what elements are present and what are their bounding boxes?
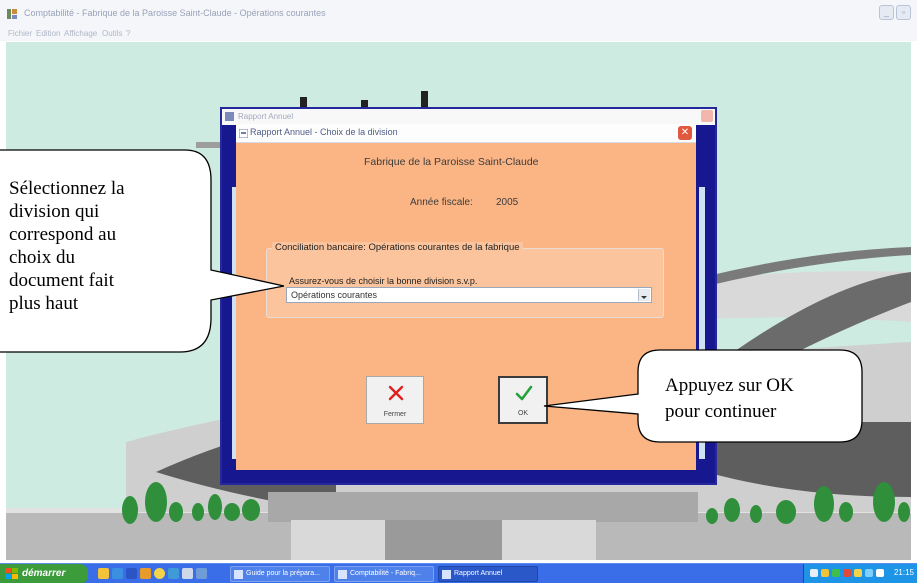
right-callout-line: pour continuer [665, 401, 777, 422]
tray-icon[interactable] [876, 569, 884, 577]
dialog-title-bar: Rapport Annuel - Choix de la division ✕ [236, 124, 696, 143]
dialog-close-button[interactable]: ✕ [678, 126, 692, 140]
ok-button[interactable]: OK [498, 376, 548, 424]
left-callout-line: plus haut [9, 293, 79, 314]
left-callout-line: document fait [9, 270, 114, 291]
task-comptabilite-label: Comptabilité - Fabriq... [350, 570, 421, 577]
menu-edition[interactable]: Edition [36, 29, 60, 38]
tray-icon[interactable] [832, 569, 840, 577]
quick-launch-icon[interactable] [168, 568, 179, 579]
instruction-text: Assurez-vous de choisir la bonne divisio… [289, 276, 478, 286]
clock: 21:15 [893, 568, 914, 577]
close-button-label: Fermer [383, 411, 407, 418]
rapport-annuel-title-bar: Rapport Annuel [222, 109, 715, 125]
close-icon [388, 385, 404, 401]
windows-flag-icon [5, 568, 18, 579]
menu-outils[interactable]: Outils [102, 29, 122, 38]
organization-name: Fabrique de la Paroisse Saint-Claude [364, 156, 539, 168]
task-comptabilite[interactable]: Comptabilité - Fabriq... [334, 566, 434, 582]
right-callout-text: Appuyez sur OK pour continuer [665, 373, 794, 425]
rapport-annuel-title: Rapport Annuel [238, 112, 294, 121]
taskbar: démarrer Guide pour la prépara... Compta… [0, 563, 917, 583]
right-callout-line: Appuyez sur OK [665, 375, 794, 396]
quick-launch-icon[interactable] [154, 568, 165, 579]
tray-icon[interactable] [843, 569, 851, 577]
menu-bar: Fichier Edition Affichage Outils ? [0, 27, 917, 41]
left-callout-line: choix du [9, 247, 75, 268]
app-title: Comptabilité - Fabrique de la Paroisse S… [24, 8, 326, 18]
left-callout-line: Sélectionnez la [9, 178, 125, 199]
start-label: démarrer [22, 568, 66, 579]
quick-launch-icon[interactable] [126, 568, 137, 579]
window-icon [225, 112, 234, 121]
minimize-button[interactable]: _ [879, 5, 894, 20]
tray-icon[interactable] [865, 569, 873, 577]
division-selected-value: Opérations courantes [291, 290, 378, 300]
task-rapport-annuel-label: Rapport Annuel [454, 570, 503, 577]
task-guide-label: Guide pour la prépara... [246, 570, 320, 577]
window-controls: _ ▫ [879, 5, 911, 20]
app-icon [442, 570, 451, 579]
left-callout-line: correspond au [9, 224, 117, 245]
dialog-icon [239, 129, 248, 138]
app-icon [7, 9, 17, 19]
rapport-annuel-close-button[interactable] [701, 110, 713, 122]
fiscal-year-label: Année fiscale: [410, 197, 473, 208]
task-rapport-annuel[interactable]: Rapport Annuel [438, 566, 538, 582]
menu-fichier[interactable]: Fichier [8, 29, 32, 38]
quick-launch-icon[interactable] [140, 568, 151, 579]
start-button[interactable]: démarrer [0, 564, 88, 583]
dropdown-arrow-icon[interactable] [638, 289, 650, 301]
quick-launch-icon[interactable] [98, 568, 109, 579]
group-label: Conciliation bancaire: Opérations couran… [272, 242, 523, 253]
app-icon [338, 570, 347, 579]
close-button[interactable]: Fermer [366, 376, 424, 424]
left-callout-text: Sélectionnez la division qui correspond … [9, 177, 125, 315]
system-tray: 21:15 [803, 564, 917, 583]
checkmark-icon [515, 385, 533, 401]
ok-button-label: OK [517, 410, 529, 417]
app-title-bar: Comptabilité - Fabrique de la Paroisse S… [0, 0, 917, 27]
menu-help[interactable]: ? [126, 29, 130, 38]
quick-launch-icon[interactable] [182, 568, 193, 579]
left-callout-line: division qui [9, 201, 100, 222]
restore-button[interactable]: ▫ [896, 5, 911, 20]
dialog-title: Rapport Annuel - Choix de la division [250, 127, 398, 137]
division-select[interactable]: Opérations courantes [286, 287, 652, 303]
fiscal-year-value: 2005 [496, 197, 519, 208]
quick-launch-icon[interactable] [112, 568, 123, 579]
tray-icon[interactable] [821, 569, 829, 577]
menu-affichage[interactable]: Affichage [64, 29, 97, 38]
word-icon [234, 570, 243, 579]
task-guide[interactable]: Guide pour la prépara... [230, 566, 330, 582]
quick-launch-icon[interactable] [196, 568, 207, 579]
tray-icon[interactable] [810, 569, 818, 577]
tray-icon[interactable] [854, 569, 862, 577]
